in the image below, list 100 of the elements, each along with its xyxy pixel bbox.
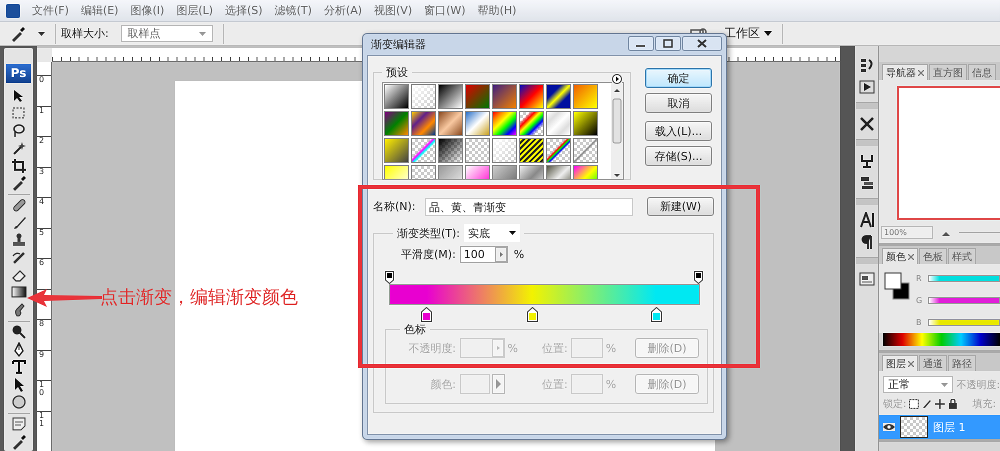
lock-icon[interactable]	[948, 399, 958, 409]
caret-icon[interactable]	[38, 32, 45, 36]
gradient-preset[interactable]	[519, 138, 544, 163]
close-icon[interactable]	[908, 360, 914, 366]
history-brush-icon[interactable]	[10, 250, 26, 266]
minimize-button[interactable]	[628, 36, 654, 50]
layer-comps-icon[interactable]	[858, 57, 874, 73]
maximize-button[interactable]	[655, 36, 681, 50]
position-field[interactable]	[570, 374, 603, 394]
clone-source-icon[interactable]	[858, 153, 874, 169]
dialog-button[interactable]: 载入(L)...	[645, 121, 712, 141]
smoothness-label: 平滑度(M):	[401, 247, 456, 262]
menu-item[interactable]: 分析(A)	[318, 3, 368, 18]
menu-item[interactable]: 视图(V)	[368, 3, 418, 18]
name-label: 名称(N):	[373, 199, 417, 214]
color-stop-marker[interactable]	[421, 307, 432, 322]
stamp-icon[interactable]	[858, 175, 874, 191]
gradient-preset[interactable]	[573, 111, 598, 136]
panel-tab[interactable]: 图层	[882, 355, 918, 371]
panel-tab[interactable]: 路径	[948, 355, 976, 371]
menu-item[interactable]: 选择(S)	[219, 3, 269, 18]
eyedropper-icon[interactable]	[10, 26, 26, 42]
menu-item[interactable]: 滤镜(T)	[268, 3, 318, 18]
menu-arrow-icon[interactable]	[612, 74, 622, 84]
layer-row[interactable]: 图层 1	[879, 415, 1000, 439]
panel-tab[interactable]: 样式	[948, 248, 976, 264]
blend-mode-dropdown[interactable]: 正常	[883, 376, 953, 393]
channel-slider[interactable]	[928, 319, 1000, 326]
crop-tool-icon[interactable]	[10, 158, 26, 174]
dialog-button[interactable]: 确定	[645, 68, 712, 88]
sample-size-dropdown[interactable]: 取样点	[120, 25, 213, 42]
color-spectrum[interactable]	[883, 333, 1000, 346]
smoothness-field[interactable]: 100	[460, 246, 508, 263]
close-button[interactable]	[682, 36, 722, 50]
color-swatch-field[interactable]	[460, 374, 490, 394]
opacity-field[interactable]	[460, 338, 505, 358]
panel-tab[interactable]: 导航器	[882, 64, 928, 80]
gradient-preset[interactable]	[519, 84, 544, 109]
gradient-tool-icon[interactable]	[10, 284, 26, 300]
stamp-icon[interactable]	[10, 232, 26, 248]
ruler-number: 0	[39, 76, 44, 84]
color-stop-marker[interactable]	[527, 307, 538, 322]
close-icon[interactable]	[918, 70, 924, 76]
checker-square-icon[interactable]	[909, 399, 920, 409]
scissors-icon[interactable]	[858, 116, 874, 132]
eyedropper-icon[interactable]	[10, 175, 26, 191]
color-swatches-icon[interactable]	[884, 272, 910, 300]
scrollbar[interactable]	[611, 83, 623, 179]
gradient-type-dropdown[interactable]: 实底	[464, 224, 520, 242]
color-stop-marker[interactable]	[651, 307, 662, 322]
panel-tab[interactable]: 信息	[968, 64, 996, 80]
dialog-button[interactable]: 取消	[645, 93, 712, 113]
menu-item[interactable]: 编辑(E)	[74, 3, 124, 18]
letter-a-icon[interactable]	[858, 212, 874, 228]
pilcrow-icon[interactable]	[858, 234, 874, 250]
menu-item[interactable]: 图层(L)	[170, 3, 220, 18]
position-field[interactable]	[570, 338, 603, 358]
opacity-stop-marker[interactable]	[385, 271, 394, 284]
menu-item[interactable]: 文件(F)	[26, 3, 75, 18]
annotation-text: 点击渐变，编辑渐变颜色	[100, 286, 298, 309]
opacity-stop-marker[interactable]	[694, 271, 703, 284]
menu-item[interactable]: 图像(I)	[124, 3, 170, 18]
gradient-preset[interactable]	[384, 84, 409, 109]
dialog-button[interactable]: 存储(S)...	[645, 146, 712, 166]
arrow-button[interactable]	[492, 374, 505, 394]
close-icon[interactable]	[908, 254, 914, 260]
play-icon[interactable]	[858, 79, 874, 95]
panel-tab[interactable]: 通道	[919, 355, 947, 371]
caret-icon[interactable]	[764, 31, 772, 36]
new-button[interactable]: 新建(W)	[647, 197, 714, 216]
magic-wand-icon[interactable]	[10, 140, 26, 156]
ruler-number: 11	[39, 412, 44, 428]
note-icon[interactable]	[10, 416, 26, 432]
menu-item[interactable]: 窗口(W)	[418, 3, 472, 18]
ruler-number: 5	[39, 228, 44, 236]
window-icon[interactable]	[858, 271, 874, 287]
panel-tab[interactable]: 直方图	[929, 64, 967, 80]
marquee-tool-icon[interactable]	[10, 105, 26, 122]
eyedropper-icon[interactable]	[10, 434, 26, 450]
zoom-field[interactable]: 100%	[881, 226, 933, 239]
channel-slider[interactable]	[928, 275, 1000, 282]
gradient-preset[interactable]	[519, 111, 544, 136]
ellipse-tool-icon[interactable]	[10, 394, 26, 410]
text-tool-icon[interactable]	[10, 359, 26, 375]
lasso-tool-icon[interactable]	[10, 122, 26, 139]
gradient-preset[interactable]	[438, 84, 463, 109]
name-field[interactable]: 品、黄、青渐变	[425, 198, 633, 216]
move-arrows-icon[interactable]	[935, 399, 945, 409]
position-label: 位置:	[542, 376, 568, 392]
eye-icon[interactable]	[883, 423, 895, 431]
gradient-preset[interactable]	[438, 138, 463, 163]
panel-tab[interactable]: 色板	[919, 248, 947, 264]
gradient-preset[interactable]	[492, 111, 517, 136]
dodge-tool-icon[interactable]	[10, 324, 26, 340]
gradient-preset[interactable]	[546, 138, 571, 163]
menu-item[interactable]: 帮助(H)	[472, 3, 522, 18]
channel-slider[interactable]	[928, 297, 1000, 304]
brush-icon[interactable]	[922, 399, 932, 409]
panel-tab[interactable]: 颜色	[882, 248, 918, 264]
gradient-preset[interactable]	[546, 84, 571, 109]
